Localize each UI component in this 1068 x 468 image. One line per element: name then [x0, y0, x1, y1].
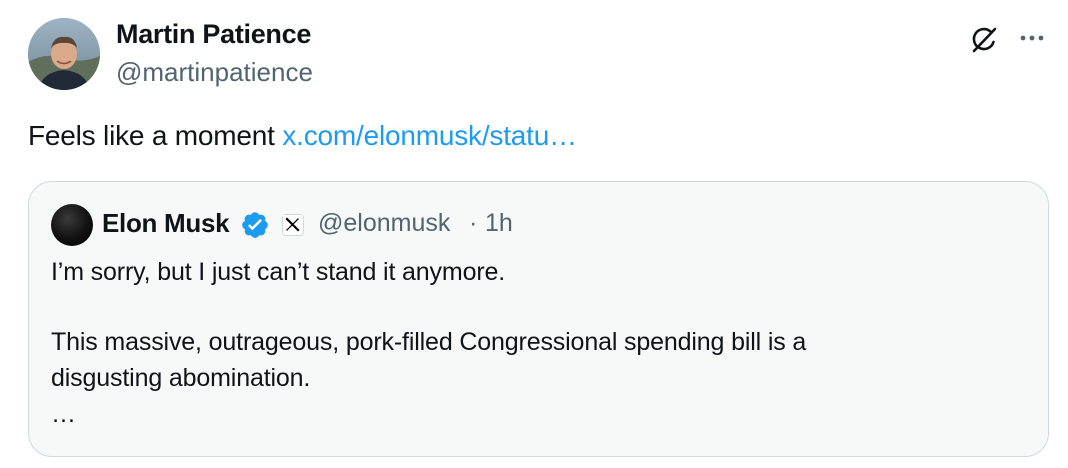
quoted-author-avatar[interactable]: [51, 204, 93, 246]
quoted-author-handle[interactable]: @elonmusk: [318, 209, 450, 238]
quoted-author-name[interactable]: Elon Musk: [102, 208, 230, 239]
author-name[interactable]: Martin Patience: [116, 19, 311, 50]
avatar-photo: [28, 18, 100, 90]
author-handle[interactable]: @martinpatience: [116, 57, 313, 88]
quoted-text-line: disgusting abomination.: [51, 364, 311, 392]
grok-icon[interactable]: [966, 22, 1002, 58]
meta-separator: ·: [469, 209, 478, 237]
more-icon[interactable]: [1012, 22, 1052, 54]
quoted-text-line: …: [51, 400, 76, 428]
tweet: Martin Patience @martinpatience Feels li…: [0, 0, 1068, 468]
quoted-timestamp[interactable]: 1h: [485, 209, 513, 238]
tweet-body: Feels like a moment: [28, 120, 283, 151]
quoted-tweet-card[interactable]: Elon Musk @elonmusk · 1h I’m sorry, but …: [28, 181, 1049, 457]
tweet-link[interactable]: x.com/elonmusk/statu…: [282, 120, 577, 151]
verified-badge-icon: [240, 210, 270, 240]
x-logo-icon: [282, 214, 304, 236]
author-avatar[interactable]: [28, 18, 100, 90]
quoted-text-line: I’m sorry, but I just can’t stand it any…: [51, 258, 506, 286]
tweet-text: Feels like a moment x.com/elonmusk/statu…: [28, 120, 577, 152]
quoted-text-line: This massive, outrageous, pork-filled Co…: [51, 328, 807, 356]
